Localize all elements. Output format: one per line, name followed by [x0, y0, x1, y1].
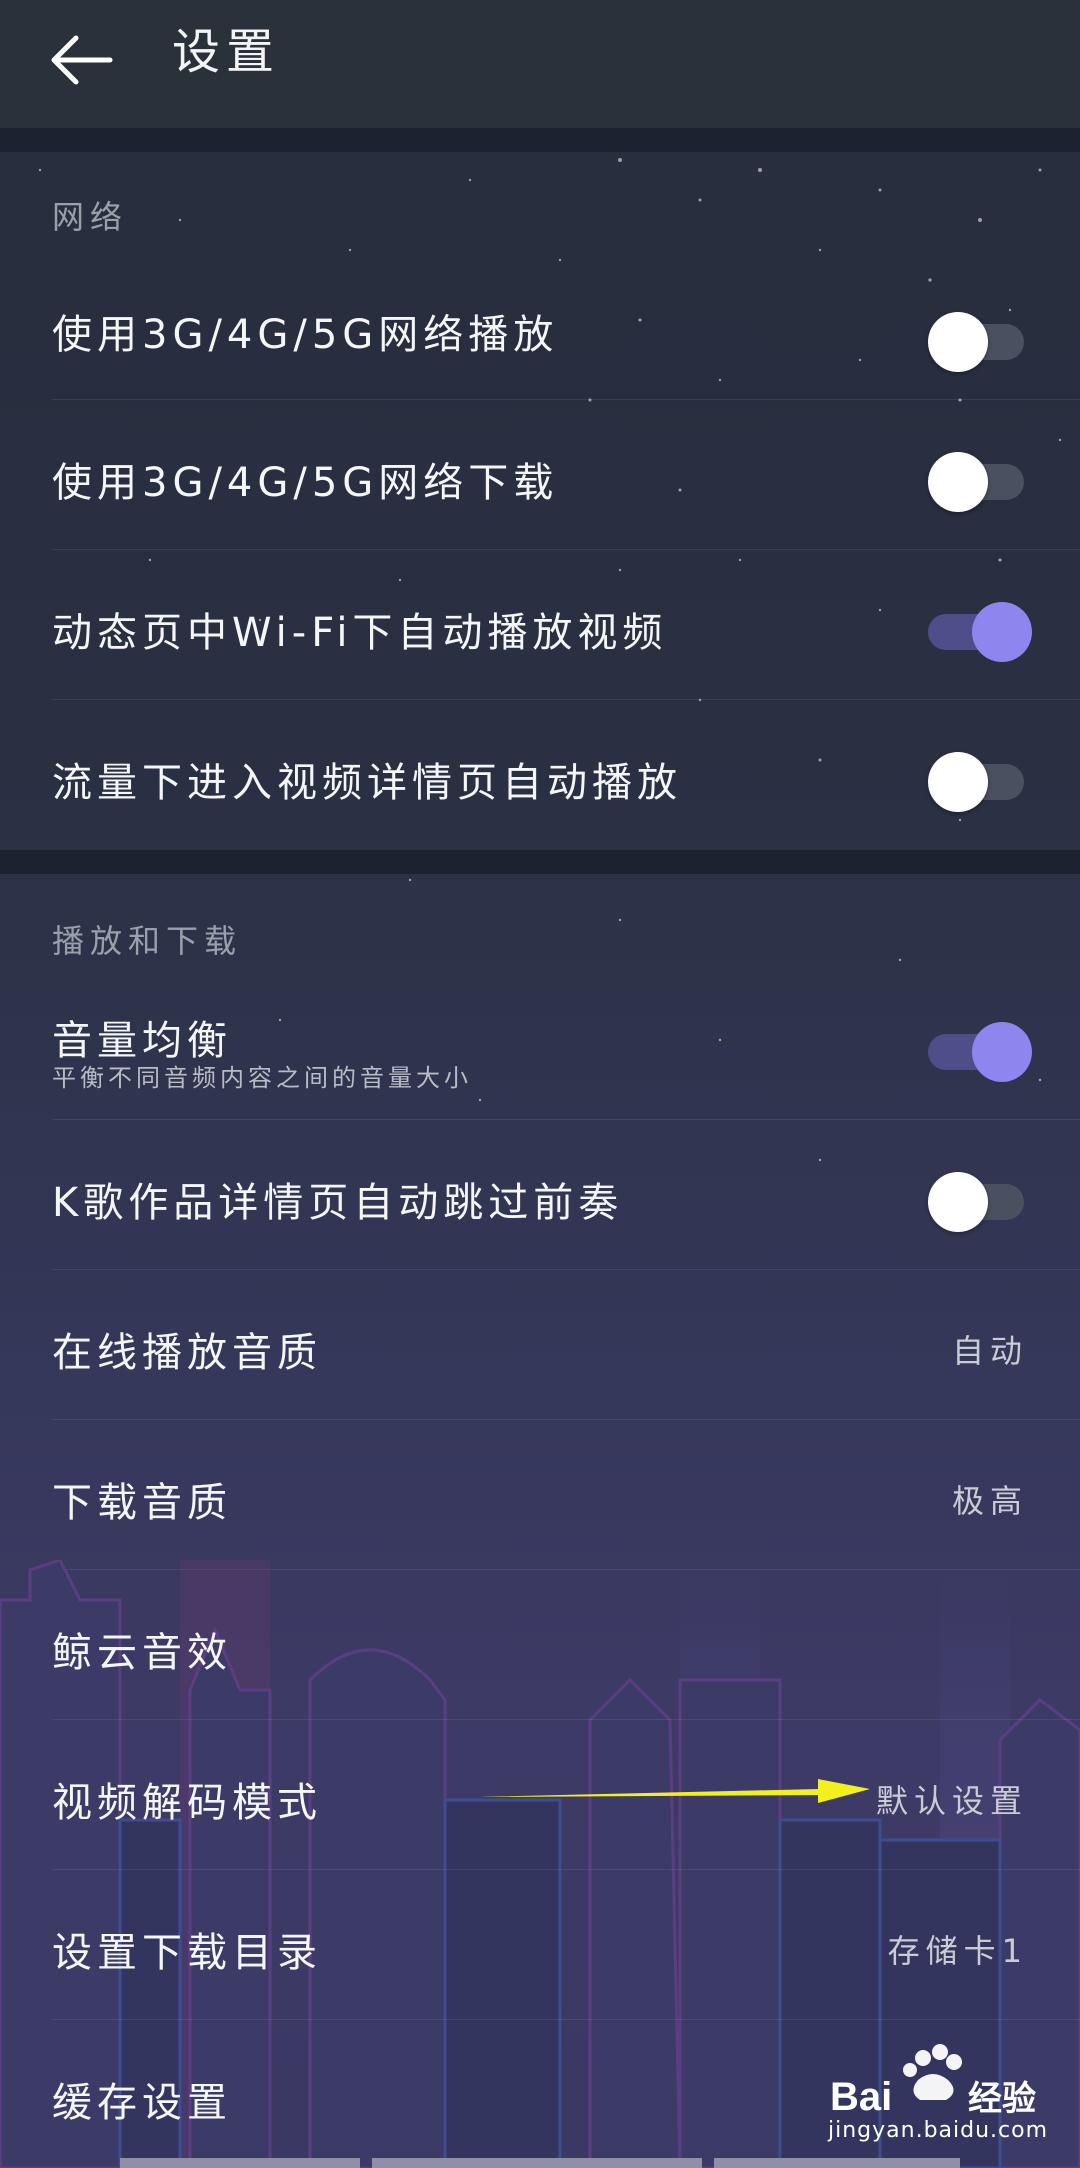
page-title: 设置: [172, 24, 281, 80]
section-divider: [0, 128, 1080, 152]
setting-label: 设置下载目录: [52, 1930, 322, 1976]
setting-label: 下载音质: [52, 1480, 232, 1526]
setting-value: 存储卡1: [887, 1932, 1028, 1970]
toggle-switch-off[interactable]: [928, 444, 1032, 512]
setting-label: 使用3G/4G/5G网络下载: [52, 460, 559, 506]
svg-text:Bai: Bai: [830, 2075, 892, 2119]
toggle-switch-on[interactable]: [928, 1014, 1032, 1082]
setting-description: 平衡不同音频内容之间的音量大小: [52, 1064, 472, 1092]
back-arrow-icon[interactable]: [48, 20, 128, 100]
setting-label: 动态页中Wi-Fi下自动播放视频: [52, 610, 668, 656]
toggle-switch-off[interactable]: [928, 1164, 1032, 1232]
setting-label: 在线播放音质: [52, 1330, 322, 1376]
section-title-play-download: 播放和下载: [52, 922, 243, 960]
setting-label: 视频解码模式: [52, 1780, 322, 1826]
setting-value: 极高: [951, 1482, 1028, 1520]
watermark-url: jingyan.baidu.com: [828, 2118, 1049, 2143]
setting-row-online-quality[interactable]: 在线播放音质 自动: [0, 1270, 1080, 1420]
setting-label: K歌作品详情页自动跳过前奏: [52, 1180, 624, 1226]
bottom-tab-indicator: [372, 2158, 702, 2168]
setting-label: 缓存设置: [52, 2080, 232, 2126]
bottom-tab-indicator: [120, 2158, 360, 2168]
setting-label: 流量下进入视频详情页自动播放: [52, 760, 682, 806]
setting-label: 使用3G/4G/5G网络播放: [52, 312, 559, 358]
svg-text:经验: 经验: [968, 2079, 1036, 2119]
setting-row-wifi-autoplay[interactable]: 动态页中Wi-Fi下自动播放视频: [0, 550, 1080, 700]
bottom-tab-indicator: [714, 2158, 960, 2168]
setting-row-karaoke-skip-intro[interactable]: K歌作品详情页自动跳过前奏: [0, 1120, 1080, 1270]
app-header: 设置: [0, 0, 1080, 128]
section-divider: [0, 850, 1080, 874]
setting-row-download-quality[interactable]: 下载音质 极高: [0, 1420, 1080, 1570]
section-title-network: 网络: [52, 198, 129, 236]
setting-value: 自动: [951, 1332, 1028, 1370]
toggle-switch-off[interactable]: [928, 744, 1032, 812]
annotation-arrow-icon: [478, 1779, 870, 1803]
setting-row-cellular-download[interactable]: 使用3G/4G/5G网络下载: [0, 400, 1080, 550]
setting-row-data-video-autoplay[interactable]: 流量下进入视频详情页自动播放: [0, 700, 1080, 850]
setting-row-volume-balance[interactable]: 音量均衡 平衡不同音频内容之间的音量大小: [0, 970, 1080, 1120]
toggle-switch-off[interactable]: [928, 304, 1032, 372]
setting-row-download-directory[interactable]: 设置下载目录 存储卡1: [0, 1870, 1080, 2020]
setting-label: 鲸云音效: [52, 1630, 232, 1676]
toggle-switch-on[interactable]: [928, 594, 1032, 662]
setting-row-cellular-play[interactable]: 使用3G/4G/5G网络播放: [0, 270, 1080, 400]
setting-value: 默认设置: [875, 1782, 1028, 1820]
setting-row-sound-effects[interactable]: 鲸云音效: [0, 1570, 1080, 1720]
